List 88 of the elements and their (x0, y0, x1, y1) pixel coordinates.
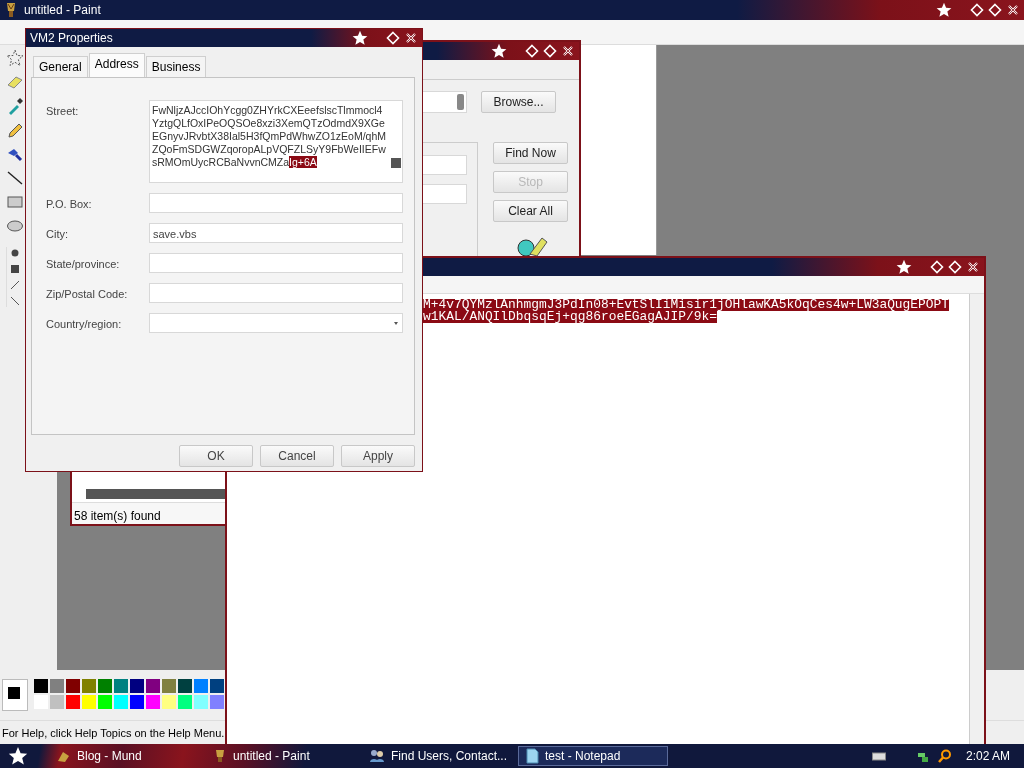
color-swatch[interactable] (114, 679, 128, 693)
color-swatch[interactable] (146, 695, 160, 709)
drawing-canvas[interactable] (581, 45, 657, 255)
street-field[interactable]: FwNljzAJccIOhYcgg0ZHYrkCXEeefslscTlmmocl4YztgQLfOxIPeOQSOe8xzi3XemQTzOdmdX9XGeEGnyvJRvbtX38Ial5H3fQmPdWhwZO1zEoM/qhMZQoFmSDGWZqoropALpVQFZLSyY9FbWeIIEFwsRMOmUycRCBaNvvnCMZaIg+6A (149, 100, 403, 183)
star-icon (352, 30, 368, 46)
star-icon (491, 43, 507, 59)
diamond-icon[interactable] (970, 3, 984, 17)
clock: 2:02 AM (965, 748, 1010, 765)
diamond-icon[interactable] (525, 44, 539, 58)
button[interactable]: Apply (341, 445, 415, 467)
input-field[interactable] (149, 253, 403, 273)
button[interactable]: Clear All (493, 200, 568, 222)
taskbar-button[interactable]: Blog - Mund (50, 746, 200, 766)
window-title: untitled - Paint (24, 2, 101, 19)
line-icon[interactable] (6, 169, 24, 187)
paint-icon (4, 2, 18, 18)
input-field[interactable] (149, 193, 403, 213)
color-swatch[interactable] (130, 695, 144, 709)
slash-icon[interactable] (9, 279, 21, 291)
field-label: Zip/Postal Code: (46, 287, 129, 302)
paint-icon (213, 749, 227, 763)
selection-icon[interactable] (6, 49, 24, 67)
pencil-icon[interactable] (6, 121, 24, 139)
dot-icon[interactable] (9, 247, 21, 259)
search-icon[interactable] (937, 749, 952, 763)
star-icon (896, 259, 912, 275)
close-icon[interactable] (404, 31, 418, 45)
diamond-icon[interactable] (988, 3, 1002, 17)
color-swatch[interactable] (178, 695, 192, 709)
square-icon[interactable] (9, 263, 21, 275)
field-label: Street: (46, 104, 80, 119)
color-swatch[interactable] (178, 679, 192, 693)
color-swatch[interactable] (210, 679, 224, 693)
button[interactable]: OK (179, 445, 253, 467)
close-icon[interactable] (1006, 3, 1020, 17)
star-icon (936, 2, 952, 18)
keyboard-icon[interactable] (871, 751, 886, 761)
scrollbar[interactable] (86, 489, 225, 499)
color-swatch[interactable] (50, 679, 64, 693)
color-swatch[interactable] (162, 679, 176, 693)
close-icon[interactable] (966, 260, 980, 274)
color-swatch[interactable] (98, 695, 112, 709)
tab[interactable]: Address (88, 53, 145, 77)
input-field[interactable] (149, 283, 403, 303)
field-label: State/province: (46, 257, 121, 272)
status-text: For Help, click Help Topics on the Help Menu. (2, 727, 225, 739)
color-swatch[interactable] (66, 695, 80, 709)
diamond-icon[interactable] (386, 31, 400, 45)
backslash-icon[interactable] (9, 295, 21, 307)
button[interactable]: Find Now (493, 142, 568, 164)
taskbar-button[interactable]: test - Notepad (518, 746, 668, 766)
notepad-icon (525, 748, 539, 764)
color-swatch[interactable] (194, 679, 208, 693)
color-swatch[interactable] (82, 695, 96, 709)
country-select[interactable] (149, 313, 403, 333)
people-icon (369, 749, 385, 763)
close-icon[interactable] (561, 44, 575, 58)
field-label: P.O. Box: (46, 197, 93, 212)
ellipse-icon[interactable] (6, 217, 24, 235)
color-swatch[interactable] (130, 679, 144, 693)
taskbar-button[interactable]: untitled - Paint (206, 746, 356, 766)
tab[interactable]: Business (145, 56, 207, 77)
window-title: VM2 Properties (30, 30, 113, 47)
tab[interactable]: General (33, 56, 88, 77)
field-label: City: (46, 227, 69, 242)
color-swatch[interactable] (82, 679, 96, 693)
diamond-icon[interactable] (948, 260, 962, 274)
color-swatch[interactable] (98, 679, 112, 693)
status-text: 58 item(s) found (74, 509, 161, 523)
color-swatch[interactable] (210, 695, 224, 709)
start-icon[interactable] (8, 746, 28, 766)
color-swatch[interactable] (50, 695, 64, 709)
color-swatch[interactable] (162, 695, 176, 709)
rectangle-icon[interactable] (6, 193, 24, 211)
color-swatch[interactable] (34, 679, 48, 693)
color-swatch[interactable] (194, 695, 208, 709)
input-field[interactable]: save.vbs (149, 223, 403, 243)
current-color-box (2, 679, 28, 711)
color-swatch[interactable] (114, 695, 128, 709)
app-icon (57, 749, 71, 763)
diamond-icon[interactable] (543, 44, 557, 58)
field-label: Country/region: (46, 317, 123, 332)
taskbar-button[interactable]: Find Users, Contact... (362, 746, 512, 766)
button[interactable]: Cancel (260, 445, 334, 467)
diamond-icon[interactable] (930, 260, 944, 274)
button[interactable]: Browse... (481, 91, 556, 113)
color-swatch[interactable] (146, 679, 160, 693)
color-swatch[interactable] (66, 679, 80, 693)
